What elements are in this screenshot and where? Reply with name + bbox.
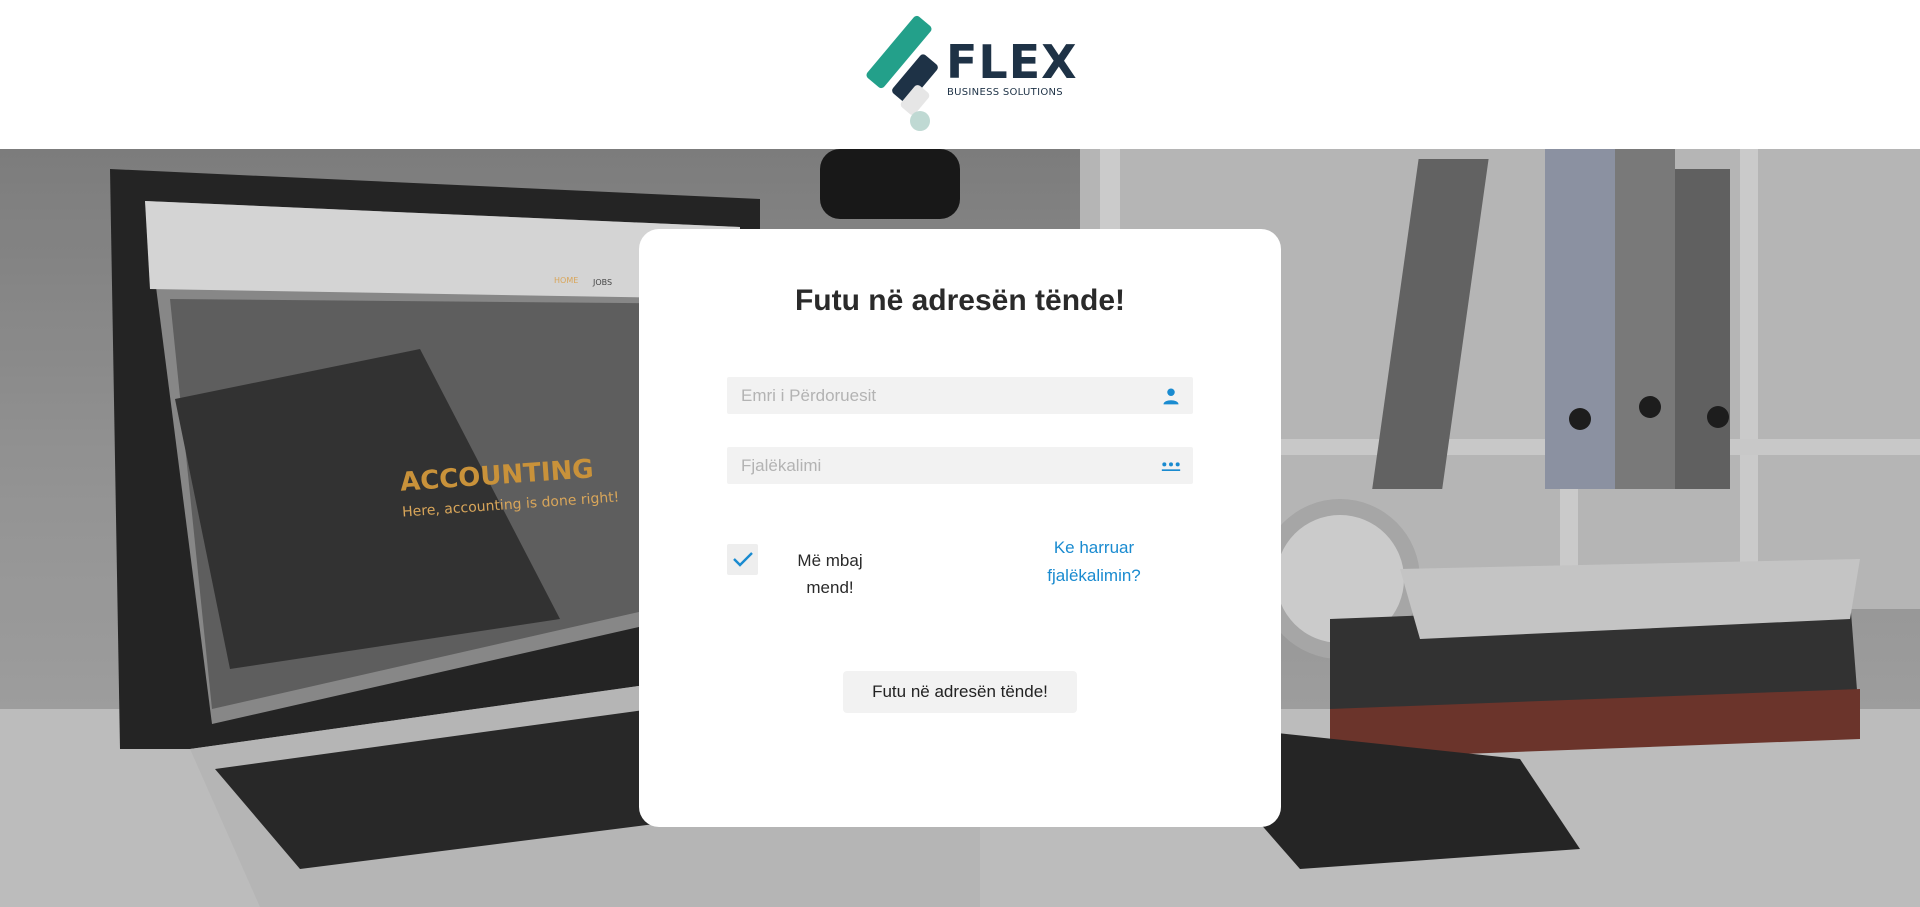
login-card: Futu në adresën tënde! Më mbaj mend! Ke … bbox=[639, 229, 1281, 827]
header: FLEX BUSINESS SOLUTIONS bbox=[0, 0, 1920, 149]
dots-icon bbox=[1161, 462, 1181, 471]
login-title: Futu në adresën tënde! bbox=[794, 284, 1126, 317]
forgot-password-link[interactable]: Ke harruar fjalëkalimin? bbox=[1029, 534, 1159, 590]
password-input[interactable] bbox=[727, 447, 1193, 484]
login-button[interactable]: Futu në adresën tënde! bbox=[843, 671, 1077, 713]
person-icon bbox=[1163, 388, 1179, 405]
laptop-screen-nav-jobs: JOBS bbox=[593, 278, 613, 287]
username-field bbox=[727, 377, 1193, 414]
checkmark-icon bbox=[733, 552, 753, 567]
username-input[interactable] bbox=[727, 377, 1193, 414]
laptop-screen-nav-home: HOME bbox=[554, 276, 579, 285]
password-field bbox=[727, 447, 1193, 484]
brand-name: FLEX bbox=[946, 35, 1078, 89]
brand-tagline: BUSINESS SOLUTIONS bbox=[947, 87, 1063, 98]
remember-me-label[interactable]: Më mbaj mend! bbox=[785, 547, 875, 601]
remember-me-checkbox[interactable] bbox=[727, 544, 758, 575]
